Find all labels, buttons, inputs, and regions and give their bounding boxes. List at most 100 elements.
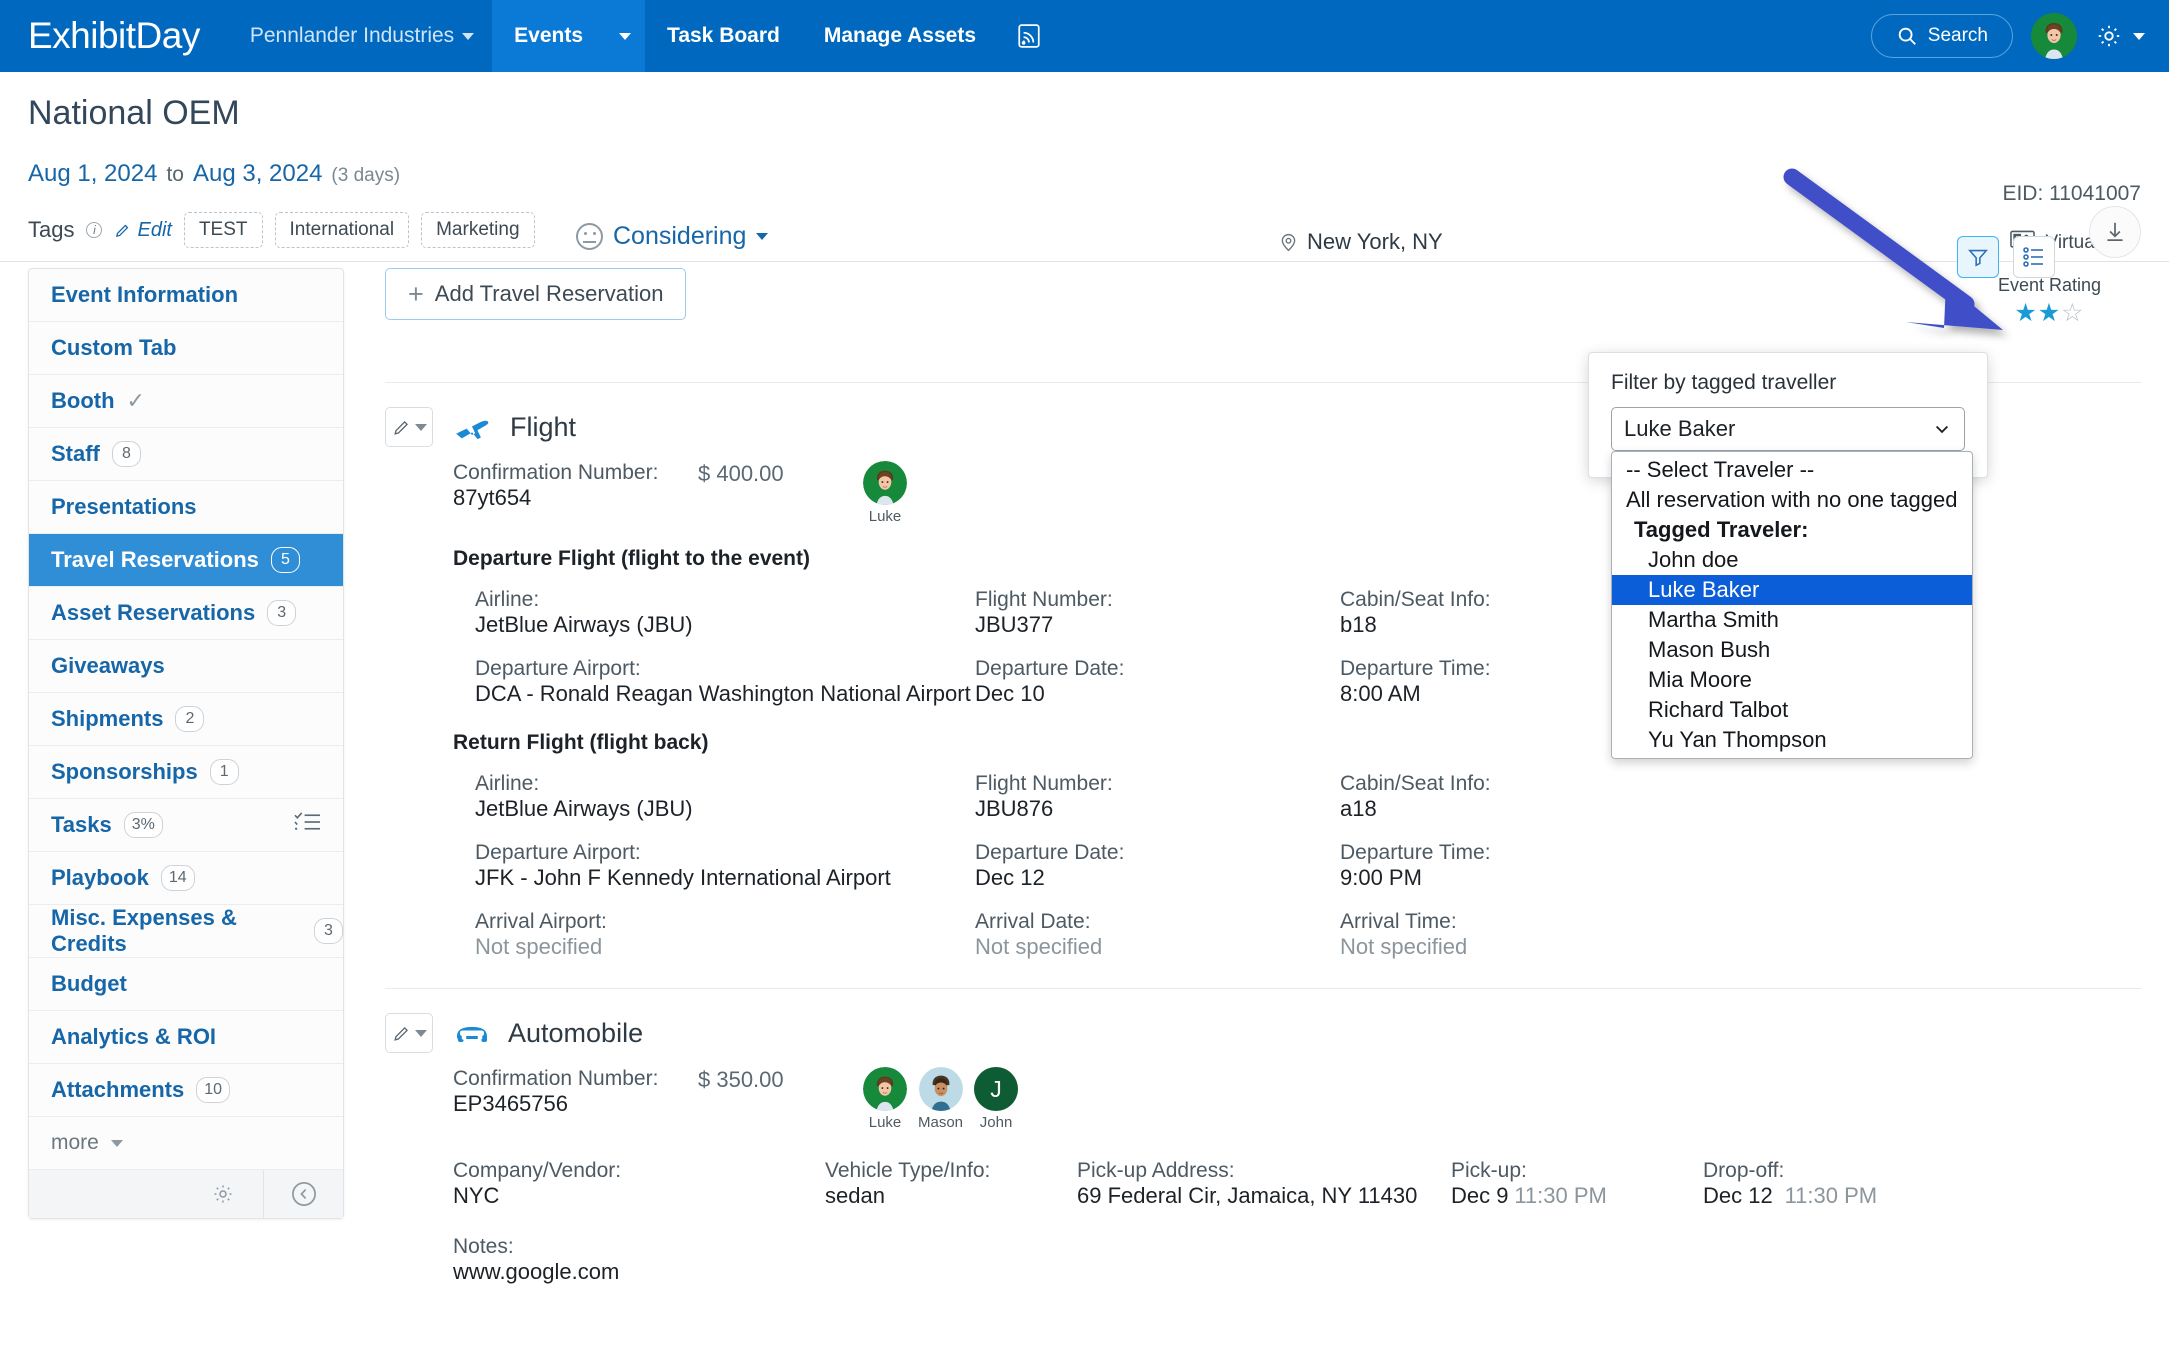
optgroup-tagged-traveler: Tagged Traveler:	[1634, 516, 1809, 542]
field-value-group: Dec 12 11:30 PM	[1703, 1183, 1877, 1209]
nav-item-events[interactable]: Events	[492, 0, 606, 72]
sidebar-item-staff[interactable]: Staff 8	[29, 428, 343, 481]
car-icon	[457, 1027, 487, 1042]
sidebar-item-travel-reservations[interactable]: Travel Reservations 5	[29, 534, 343, 587]
sidebar-item-event-information[interactable]: Event Information	[29, 269, 343, 322]
traveller-select[interactable]: Luke Baker	[1611, 407, 1965, 451]
notes-label: Notes:	[453, 1235, 514, 1258]
field-value: Dec 12	[975, 865, 1045, 890]
dropoff-date: Dec 12	[1703, 1183, 1773, 1208]
edit-tags-label: Edit	[137, 218, 172, 241]
filter-button[interactable]	[1957, 236, 1999, 278]
sidebar-footer	[29, 1170, 343, 1218]
option-richard-talbot[interactable]: Richard Talbot	[1612, 695, 1972, 725]
traveler-avatar-luke[interactable]: Luke	[863, 461, 907, 525]
tag-chip[interactable]: TEST	[183, 212, 263, 248]
field-value: 8:00 AM	[1340, 681, 1421, 706]
traveler-avatar-mason[interactable]: Mason	[918, 1067, 963, 1131]
traveler-avatar-john[interactable]: J John	[974, 1067, 1019, 1131]
download-icon	[2107, 222, 2123, 241]
option-all-untagged[interactable]: All reservation with no one tagged	[1612, 485, 1972, 515]
chevron-down-icon	[1935, 425, 1949, 434]
edit-reservation-button[interactable]	[385, 1013, 433, 1053]
edit-tags-link[interactable]: Edit	[114, 218, 172, 242]
option-yu-yan-thompson[interactable]: Yu Yan Thompson	[1612, 725, 1972, 758]
sidebar-item-custom-tab[interactable]: Custom Tab	[29, 322, 343, 375]
add-travel-reservation-button[interactable]: + Add Travel Reservation	[385, 268, 687, 320]
tags-label: Tags	[28, 217, 75, 242]
traveller-select-dropdown-list[interactable]: -- Select Traveler -- All reservation wi…	[1611, 451, 1973, 759]
filter-popover-label: Filter by tagged traveller	[1611, 371, 1837, 394]
field-value: Not specified	[475, 934, 603, 959]
sidebar-item-tasks[interactable]: Tasks 3%	[29, 799, 343, 852]
tag-chip[interactable]: International	[274, 212, 410, 248]
traveler-avatar-luke[interactable]: Luke	[863, 1067, 907, 1131]
sidebar-item-budget[interactable]: Budget	[29, 958, 343, 1011]
sidebar-item-giveaways[interactable]: Giveaways	[29, 640, 343, 693]
sidebar-item-sponsorships[interactable]: Sponsorships 1	[29, 746, 343, 799]
field-value: a18	[1340, 796, 1377, 821]
sidebar-item-shipments[interactable]: Shipments 2	[29, 693, 343, 746]
traveler-name: Luke	[868, 1114, 902, 1131]
nav-events-dropdown-toggle[interactable]	[605, 0, 646, 72]
field-label: Departure Airport:	[475, 657, 641, 680]
option-mia-moore[interactable]: Mia Moore	[1612, 665, 1972, 695]
search-icon	[1898, 27, 1916, 45]
event-status-selector[interactable]: Considering	[576, 222, 769, 251]
tag-chip[interactable]: Marketing	[421, 212, 535, 248]
event-end-date[interactable]: Aug 3, 2024	[193, 160, 322, 188]
automobile-notes: Notes: www.google.com	[385, 1235, 2141, 1285]
sidebar-settings-button[interactable]	[183, 1170, 263, 1218]
confirmation-number-label: Confirmation Number:	[453, 1067, 659, 1090]
reservation-type: Flight	[453, 411, 576, 443]
sidebar-item-playbook[interactable]: Playbook 14	[29, 852, 343, 905]
event-start-date[interactable]: Aug 1, 2024	[28, 160, 157, 188]
nav-item-task-board[interactable]: Task Board	[645, 0, 802, 72]
nav-item-manage-assets[interactable]: Manage Assets	[802, 0, 998, 72]
edit-reservation-button[interactable]	[385, 407, 433, 447]
sidebar-item-misc-expenses-credits[interactable]: Misc. Expenses & Credits 3	[29, 905, 343, 958]
field-value: Not specified	[1340, 934, 1468, 959]
field-label: Flight Number:	[975, 772, 1113, 795]
checklist-icon[interactable]	[294, 811, 321, 839]
chevron-down-icon	[619, 32, 632, 40]
rss-icon[interactable]	[998, 0, 1060, 72]
collapse-left-icon	[291, 1182, 316, 1206]
user-avatar[interactable]	[2031, 13, 2077, 59]
sidebar-collapse-button[interactable]	[263, 1170, 343, 1218]
info-icon[interactable]: i	[86, 222, 103, 238]
reservation-type: Automobile	[453, 1018, 643, 1049]
sidebar-item-asset-reservations[interactable]: Asset Reservations 3	[29, 587, 343, 640]
field-value: JetBlue Airways (JBU)	[475, 612, 693, 637]
search-button[interactable]: Search	[1870, 14, 2013, 58]
sidebar-item-presentations[interactable]: Presentations	[29, 481, 343, 534]
sidebar-item-booth[interactable]: Booth ✓	[29, 375, 343, 428]
field-label: Cabin/Seat Info:	[1340, 588, 1491, 611]
field-value: JFK - John F Kennedy International Airpo…	[475, 865, 891, 890]
option-luke-baker[interactable]: Luke Baker	[1612, 574, 1972, 605]
sidebar-item-analytics-roi[interactable]: Analytics & ROI	[29, 1011, 343, 1064]
event-id: EID: 11041007	[2002, 182, 2141, 205]
settings-menu[interactable]	[2095, 22, 2145, 50]
pencil-icon	[393, 420, 408, 435]
avatar	[863, 461, 907, 505]
pickup-date: Dec 9	[1451, 1183, 1509, 1208]
filter-icon	[1968, 249, 1988, 267]
reservation-type-label: Flight	[510, 411, 577, 442]
download-button[interactable]	[2089, 206, 2141, 258]
field-value: b18	[1340, 612, 1377, 637]
field-label: Departure Date:	[975, 657, 1125, 680]
sidebar-item-more[interactable]: more	[29, 1117, 343, 1170]
date-range-separator: to	[166, 163, 184, 186]
sidebar-item-attachments[interactable]: Attachments 10	[29, 1064, 343, 1117]
option-select-traveler[interactable]: -- Select Traveler --	[1612, 455, 1972, 485]
list-view-button[interactable]	[2013, 236, 2055, 278]
option-john-doe[interactable]: John doe	[1612, 545, 1972, 575]
field-value: JBU377	[975, 612, 1054, 637]
app-logo[interactable]: ExhibitDay	[28, 15, 200, 57]
event-header: National OEM Aug 1, 2024 to Aug 3, 2024 …	[0, 72, 2169, 327]
option-mason-bush[interactable]: Mason Bush	[1612, 635, 1972, 665]
organization-switcher[interactable]: Pennlander Industries	[232, 24, 492, 48]
option-martha-smith[interactable]: Martha Smith	[1612, 605, 1972, 635]
confirmation-number-value: 87yt654	[453, 485, 532, 510]
